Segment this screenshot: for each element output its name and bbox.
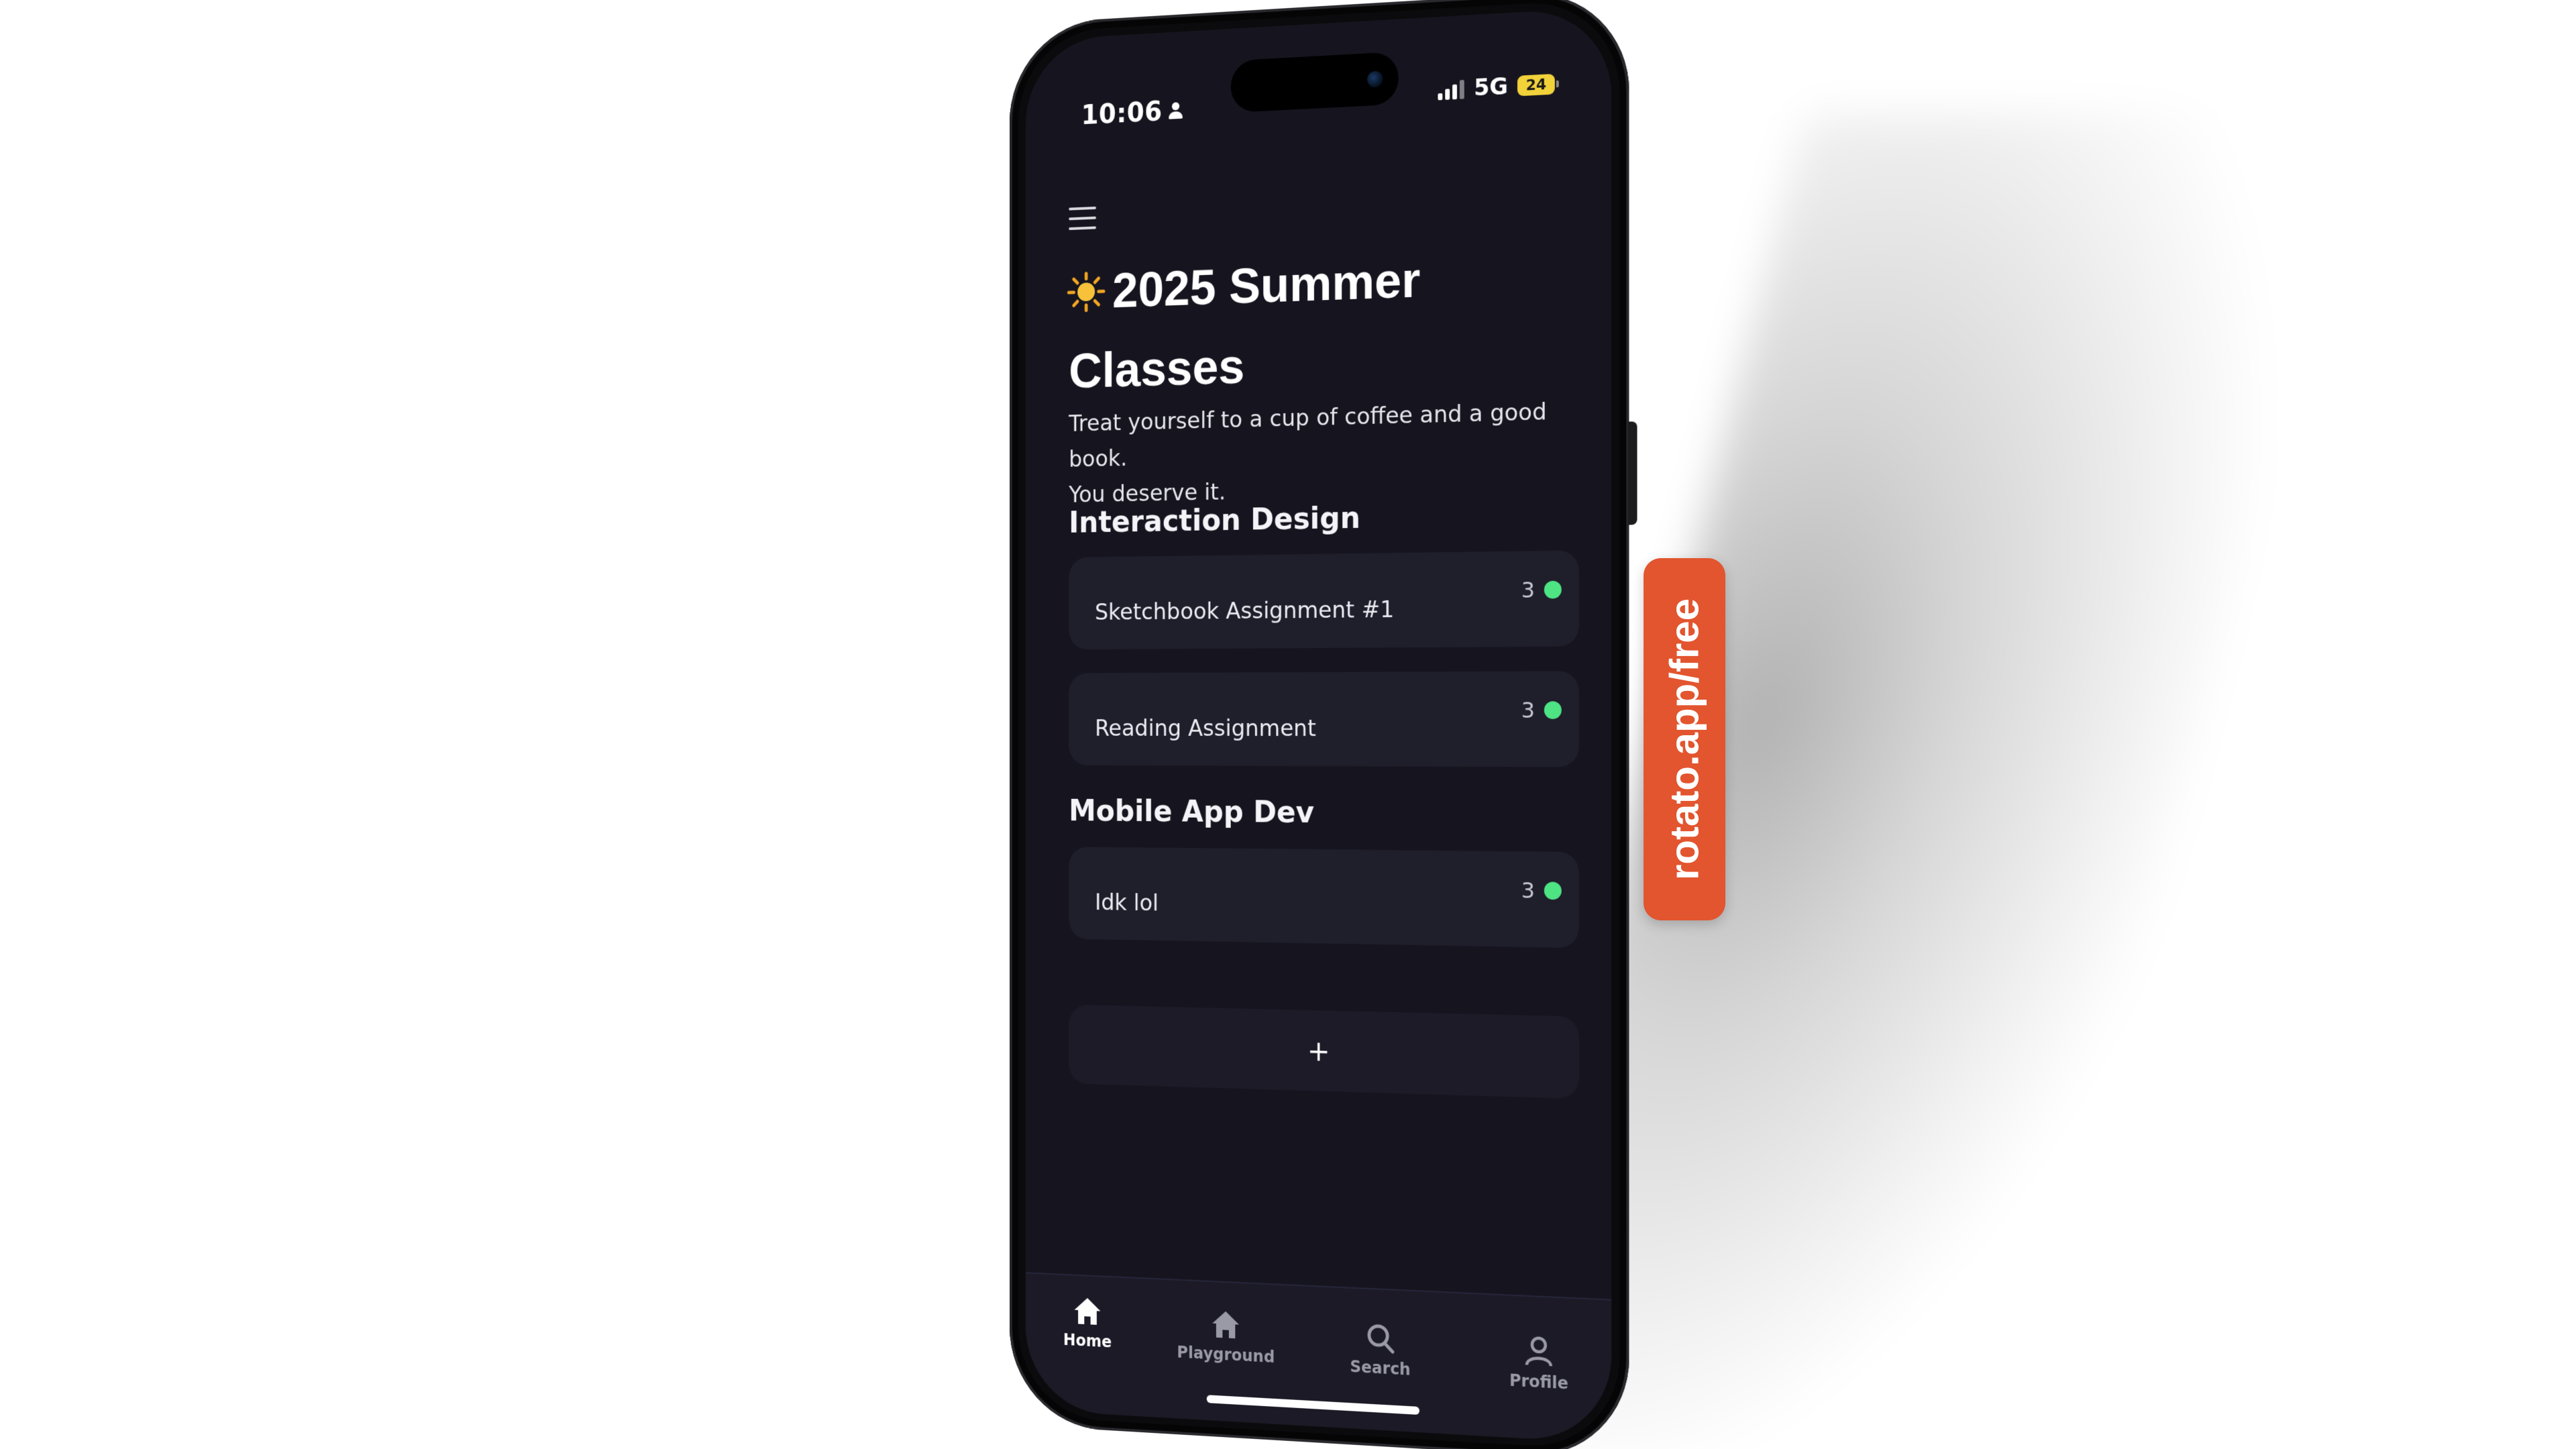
tab-playground[interactable]: Playground — [1175, 1307, 1277, 1366]
status-bar-right: 5G 24 — [1438, 70, 1555, 104]
assignment-label: Sketchbook Assignment #1 — [1095, 596, 1394, 626]
hamburger-menu-icon[interactable] — [1069, 207, 1096, 230]
assignment-label: Reading Assignment — [1095, 715, 1316, 742]
network-type: 5G — [1474, 73, 1508, 102]
camera-icon — [1367, 70, 1383, 87]
signal-bars-icon — [1438, 78, 1464, 100]
dynamic-island — [1231, 52, 1399, 113]
tab-home[interactable]: Home — [1038, 1293, 1137, 1352]
phone-mockup: 10:06 5G 24 2025 Summer Classes Treat yo… — [1010, 0, 1629, 1449]
stage: 10:06 5G 24 2025 Summer Classes Treat yo… — [0, 0, 2576, 1449]
assignment-label: Idk lol — [1095, 890, 1159, 917]
assignment-count: 3 — [1521, 577, 1535, 603]
add-class-button[interactable]: + — [1069, 1005, 1579, 1099]
section-title-mobile-app-dev: Mobile App Dev — [1069, 794, 1314, 830]
page-title-continued: Classes — [1069, 341, 1244, 396]
assignment-card[interactable]: Reading Assignment 3 — [1069, 671, 1579, 767]
assignment-card[interactable]: Sketchbook Assignment #1 3 — [1069, 550, 1579, 649]
person-icon — [1169, 102, 1183, 120]
search-icon — [1364, 1322, 1396, 1354]
status-time-text: 10:06 — [1081, 97, 1163, 131]
status-dot-icon — [1544, 581, 1562, 599]
home-icon — [1073, 1295, 1102, 1327]
sun-icon — [1067, 270, 1106, 314]
page-title-row: 2025 Summer — [1067, 255, 1421, 317]
profile-icon — [1523, 1335, 1555, 1368]
rotato-watermark-tag[interactable]: rotato.app/free — [1644, 558, 1725, 920]
tab-label: Profile — [1509, 1371, 1568, 1393]
page-title: 2025 Summer — [1112, 255, 1420, 315]
battery-icon: 24 — [1517, 74, 1555, 96]
tab-search[interactable]: Search — [1328, 1320, 1433, 1380]
section-title-interaction-design: Interaction Design — [1069, 501, 1360, 540]
phone-side-button — [1627, 421, 1637, 525]
tab-label: Home — [1063, 1330, 1112, 1351]
subtitle-line: Treat yourself to a cup of coffee and a … — [1069, 392, 1586, 477]
page-subtitle: Treat yourself to a cup of coffee and a … — [1069, 392, 1586, 513]
home-icon — [1210, 1309, 1240, 1341]
tab-label: Playground — [1177, 1343, 1275, 1366]
add-icon: + — [1307, 1034, 1330, 1067]
assignment-count: 3 — [1521, 877, 1535, 904]
tab-profile[interactable]: Profile — [1485, 1333, 1593, 1395]
app-screen: 10:06 5G 24 2025 Summer Classes Treat yo… — [1026, 7, 1611, 1444]
watermark-text: rotato.app/free — [1662, 598, 1708, 880]
tab-label: Search — [1350, 1357, 1410, 1379]
battery-level: 24 — [1526, 76, 1547, 94]
assignment-card[interactable]: Idk lol 3 — [1069, 847, 1579, 948]
status-dot-icon — [1544, 701, 1562, 719]
status-dot-icon — [1544, 881, 1562, 900]
assignment-count: 3 — [1521, 697, 1535, 723]
status-bar-time: 10:06 — [1081, 95, 1183, 131]
